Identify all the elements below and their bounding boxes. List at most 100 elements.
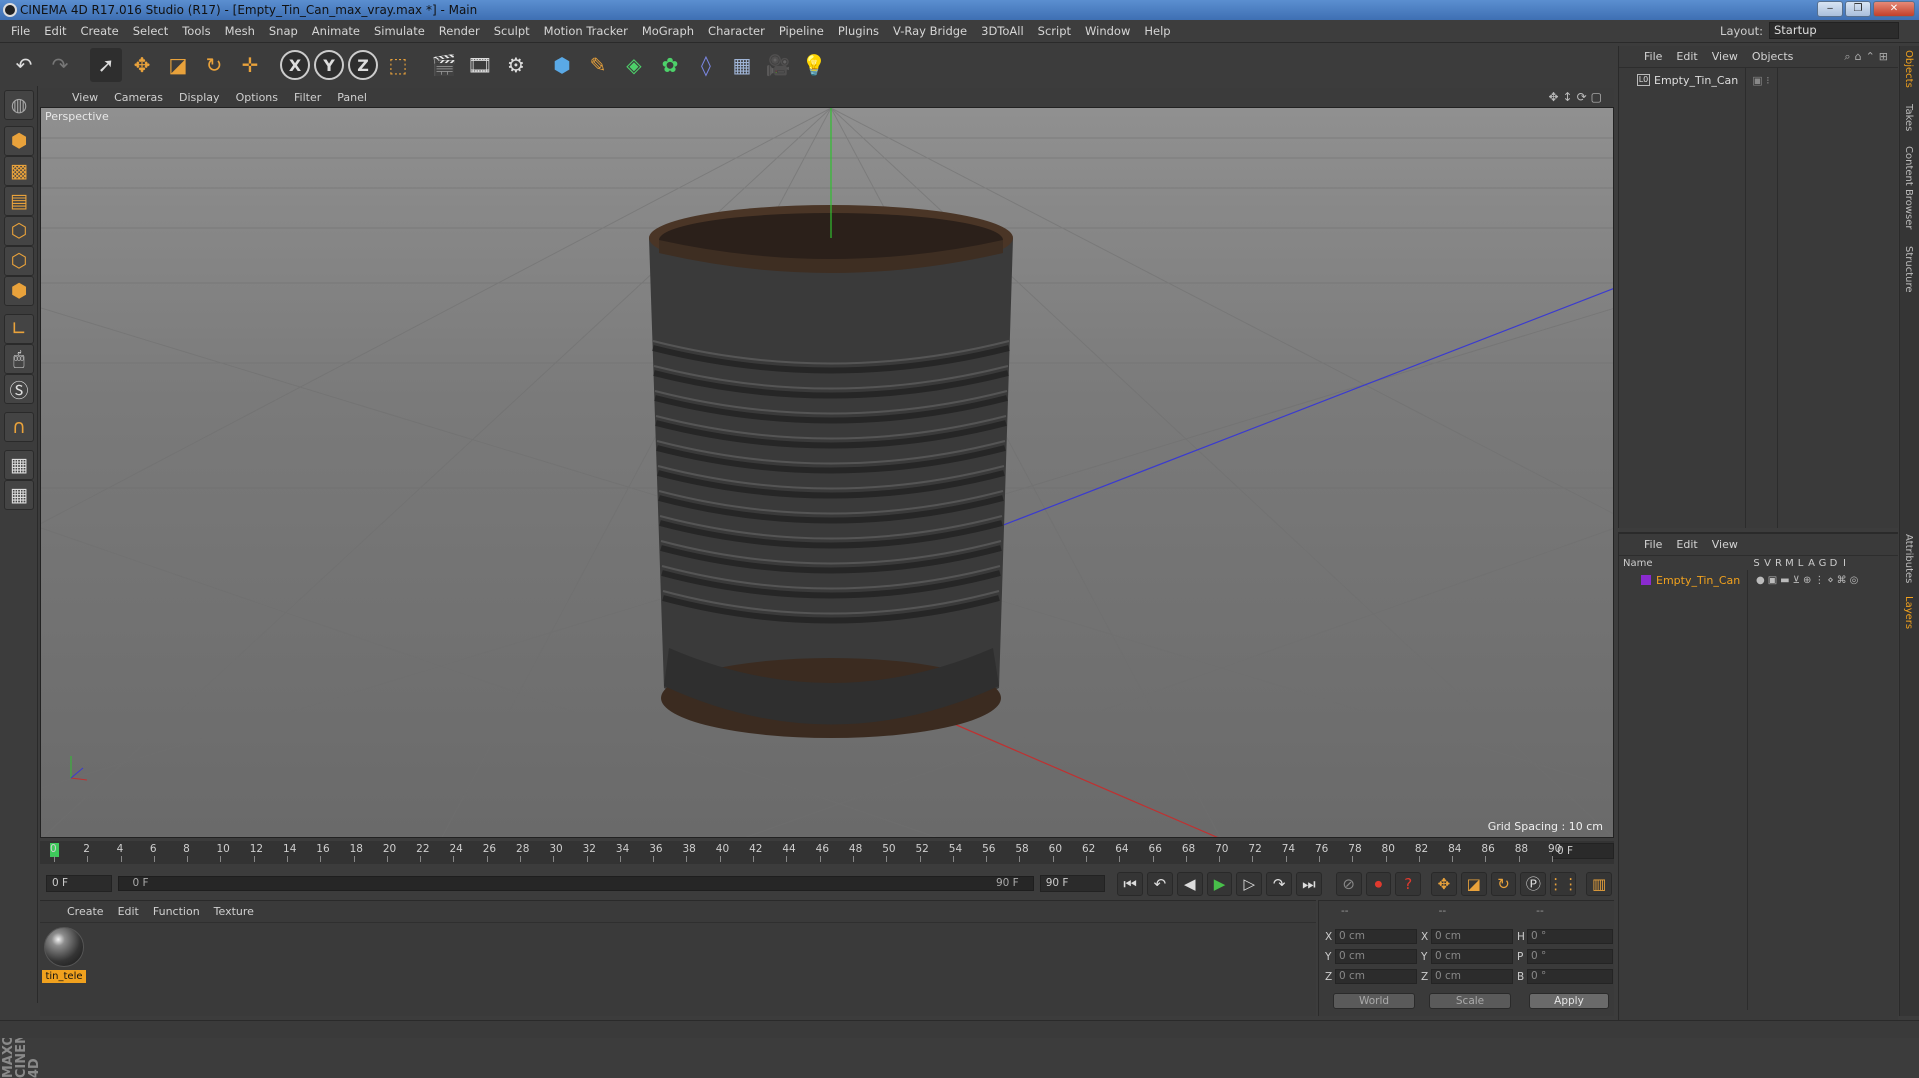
previous-keyframe-icon[interactable]: ↶ [1147,871,1173,896]
coordinate-system-icon[interactable]: ⬚ [382,48,414,82]
maximize-button[interactable]: ❐ [1845,1,1871,17]
object-search-icon[interactable]: ⌕⌂⌃⊞ [1844,50,1892,64]
floor-scene-icon[interactable]: ▦ [726,48,758,82]
y-axis-lock-icon[interactable]: Y [314,50,344,80]
perspective-viewport[interactable]: Perspective Grid Spacing : 10 cm [40,107,1614,838]
previous-frame-icon[interactable]: ◀ [1176,871,1203,896]
object-menu-edit[interactable]: Edit [1669,50,1704,63]
tin-can-model[interactable] [649,205,1013,738]
model-mode-icon[interactable]: ⬢ [4,126,34,156]
menu-window[interactable]: Window [1078,24,1137,38]
rotation-p-field[interactable]: 0 ° [1527,949,1613,964]
z-axis-lock-icon[interactable]: Z [348,50,378,80]
menu-tools[interactable]: Tools [175,24,217,38]
material-menu-create[interactable]: Create [60,905,111,918]
points-mode-icon[interactable]: ⬡ [4,216,34,246]
layer-menu-edit[interactable]: Edit [1669,538,1704,551]
render-view-icon[interactable]: 🎬 [428,48,460,82]
spline-pen-icon[interactable]: ✎ [582,48,614,82]
menu-help[interactable]: Help [1137,24,1177,38]
menu-pipeline[interactable]: Pipeline [772,24,831,38]
rotate-tool-icon[interactable]: ↻ [198,48,230,82]
workplane-lock-icon[interactable]: ▦ [4,450,34,480]
selection-arrow-icon[interactable]: ➚ [90,48,122,82]
tab-attributes[interactable]: Attributes [1903,534,1914,583]
render-settings-icon[interactable]: ⚙ [500,48,532,82]
material-name-label[interactable]: tin_tele [42,970,86,983]
play-icon[interactable]: ▶ [1206,871,1233,896]
close-button[interactable]: ✕ [1873,1,1915,17]
material-menu-texture[interactable]: Texture [207,905,261,918]
subdivision-surface-icon[interactable]: ◈ [618,48,650,82]
object-visibility-icon[interactable]: ▣ ⁝ [1752,74,1769,87]
menu-plugins[interactable]: Plugins [831,24,886,38]
viewport-menu-options[interactable]: Options [228,91,286,104]
frame-range-slider[interactable]: 0 F 90 F [117,876,1034,891]
tab-structure[interactable]: Structure [1903,246,1914,293]
size-y-field[interactable]: 0 cm [1431,949,1513,964]
minimize-button[interactable]: ‒ [1817,1,1843,17]
mograph-cloner-icon[interactable]: ✿ [654,48,686,82]
viewport-menu-display[interactable]: Display [171,91,228,104]
move-tool-icon[interactable]: ✥ [126,48,158,82]
menu-create[interactable]: Create [74,24,126,38]
layer-toggle-icons[interactable]: ●▣▬⊻⊕⋮⋄⌘◎ [1756,575,1861,586]
cube-primitive-icon[interactable]: ⬢ [546,48,578,82]
size-x-field[interactable]: 0 cm [1431,929,1513,944]
goto-end-icon[interactable]: ⏭ [1296,871,1322,896]
autokey-icon[interactable]: ⏺ [1365,871,1392,896]
menu-simulate[interactable]: Simulate [367,24,432,38]
rotation-b-field[interactable]: 0 ° [1527,969,1613,984]
start-frame-field[interactable]: 0 F [46,875,112,892]
size-z-field[interactable]: 0 cm [1431,969,1513,984]
menu-render[interactable]: Render [432,24,487,38]
key-parameter-icon[interactable]: Ⓟ [1520,871,1547,896]
timeline-window-icon[interactable]: ▥ [1586,871,1612,896]
key-scale-icon[interactable]: ◪ [1460,871,1487,896]
material-menu-edit[interactable]: Edit [111,905,146,918]
key-pla-icon[interactable]: ⋮⋮ [1548,871,1578,896]
x-axis-lock-icon[interactable]: X [280,50,310,80]
menu-animate[interactable]: Animate [305,24,367,38]
object-row[interactable]: L0 Empty_Tin_Can ▣ ⁝ [1623,72,1895,88]
object-name[interactable]: Empty_Tin_Can [1654,74,1738,87]
axis-mode-icon[interactable]: ∟ [4,314,34,344]
key-rotation-icon[interactable]: ↻ [1490,871,1517,896]
scale-tool-icon[interactable]: ◪ [162,48,194,82]
viewport-nav-icons[interactable]: ✥↕⟳▢ [1548,90,1606,104]
redo-icon[interactable]: ↷ [44,48,76,82]
menu-vray-bridge[interactable]: V-Ray Bridge [886,24,974,38]
position-y-field[interactable]: 0 cm [1335,949,1417,964]
menu-motion-tracker[interactable]: Motion Tracker [537,24,635,38]
next-keyframe-icon[interactable]: ↷ [1266,871,1292,896]
make-editable-icon[interactable]: ◍ [4,90,34,120]
coordinate-space-dropdown[interactable]: World [1333,993,1415,1009]
object-menu-file[interactable]: File [1637,50,1669,63]
viewport-menu-cameras[interactable]: Cameras [106,91,171,104]
material-menu-function[interactable]: Function [146,905,207,918]
camera-icon[interactable]: 🎥 [762,48,794,82]
rotation-h-field[interactable]: 0 ° [1527,929,1613,944]
position-x-field[interactable]: 0 cm [1335,929,1417,944]
magnet-icon[interactable]: ∩ [4,412,34,442]
layer-color-swatch[interactable] [1641,575,1651,585]
menu-snap[interactable]: Snap [262,24,305,38]
goto-start-icon[interactable]: ⏮ [1117,871,1144,896]
workplane-align-icon[interactable]: ▦ [4,480,34,510]
light-bulb-icon[interactable]: 💡 [798,48,830,82]
keyframe-selection-icon[interactable]: ? [1395,871,1422,896]
next-frame-icon[interactable]: ▷ [1236,871,1263,896]
layer-menu-view[interactable]: View [1705,538,1745,551]
layer-menu-file[interactable]: File [1637,538,1669,551]
menu-character[interactable]: Character [701,24,772,38]
viewport-menu-panel[interactable]: Panel [329,91,375,104]
viewport-menu-view[interactable]: View [64,91,106,104]
layer-row[interactable]: Empty_Tin_Can ●▣▬⊻⊕⋮⋄⌘◎ [1623,573,1895,587]
record-keys-icon[interactable]: ⊘ [1335,871,1362,896]
tweak-mode-icon[interactable]: 🖱 [4,344,34,374]
render-picture-viewer-icon[interactable]: 🎞 [464,48,496,82]
timeline-ruler[interactable]: 0 F 0 2 4 6 8 10 12 14 16 18 20 22 24 26 28 30 32 34 36 38 4… [40,841,1614,864]
live-selection-icon[interactable]: ✛ [234,48,266,82]
snapping-icon[interactable]: Ⓢ [4,374,34,404]
object-menu-view[interactable]: View [1705,50,1745,63]
